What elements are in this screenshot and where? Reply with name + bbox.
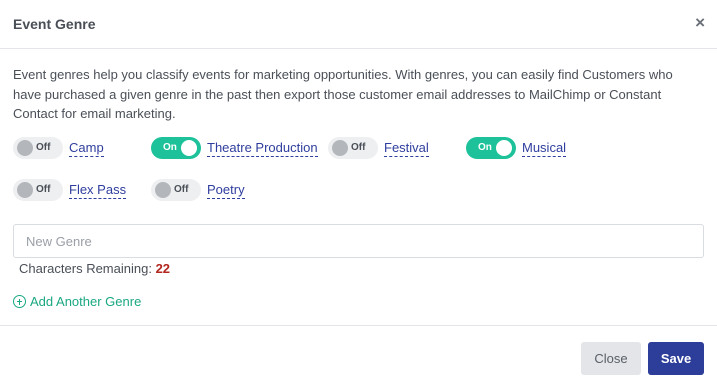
toggle-state-label: Off xyxy=(174,184,189,195)
event-genre-modal: Event Genre × Event genres help you clas… xyxy=(0,0,717,389)
genre-name-link[interactable]: Musical xyxy=(522,140,567,157)
toggle-state-label: On xyxy=(163,142,177,153)
genre-name-link[interactable]: Flex Pass xyxy=(69,182,127,199)
toggle-state-label: Off xyxy=(36,142,51,153)
modal-footer: Close Save xyxy=(0,325,717,389)
genre-toggle[interactable]: Off xyxy=(13,137,63,159)
genre-toggle[interactable]: On xyxy=(466,137,516,159)
toggle-state-label: Off xyxy=(36,184,51,195)
genre-toggle[interactable]: On xyxy=(151,137,201,159)
modal-description: Event genres help you classify events fo… xyxy=(13,67,673,121)
toggle-state-label: Off xyxy=(351,142,366,153)
toggle-knob xyxy=(332,140,348,156)
characters-remaining-label: Characters Remaining: xyxy=(19,261,152,276)
save-button[interactable]: Save xyxy=(648,342,704,375)
genre-toggle[interactable]: Off xyxy=(328,137,378,159)
new-genre-input[interactable] xyxy=(13,224,704,258)
genre-item-musical: On Musical xyxy=(466,137,567,159)
modal-title: Event Genre xyxy=(13,16,96,32)
characters-remaining-count: 22 xyxy=(155,261,171,276)
plus-circle-icon xyxy=(13,295,26,308)
genre-name-link[interactable]: Poetry xyxy=(207,182,245,199)
close-icon[interactable]: × xyxy=(695,14,705,32)
modal-header: Event Genre × xyxy=(0,0,717,49)
genre-item-festival: Off Festival xyxy=(328,137,429,159)
genre-item-flex-pass: Off Flex Pass xyxy=(13,179,127,201)
toggle-knob xyxy=(17,140,33,156)
toggle-knob xyxy=(17,182,33,198)
toggle-knob xyxy=(181,140,197,156)
add-another-genre-label: Add Another Genre xyxy=(30,294,142,309)
add-another-genre-button[interactable]: Add Another Genre xyxy=(13,294,141,309)
genre-item-theatre-production: On Theatre Production xyxy=(151,137,318,159)
genre-item-poetry: Off Poetry xyxy=(151,179,245,201)
close-button[interactable]: Close xyxy=(581,342,641,375)
toggle-knob xyxy=(155,182,171,198)
toggle-state-label: On xyxy=(478,142,492,153)
genre-item-camp: Off Camp xyxy=(13,137,104,159)
genre-toggle[interactable]: Off xyxy=(13,179,63,201)
characters-remaining: Characters Remaining: 22 xyxy=(19,261,170,276)
genre-name-link[interactable]: Festival xyxy=(384,140,429,157)
toggle-knob xyxy=(496,140,512,156)
genre-name-link[interactable]: Camp xyxy=(69,140,104,157)
genre-toggle[interactable]: Off xyxy=(151,179,201,201)
genre-name-link[interactable]: Theatre Production xyxy=(207,140,318,157)
